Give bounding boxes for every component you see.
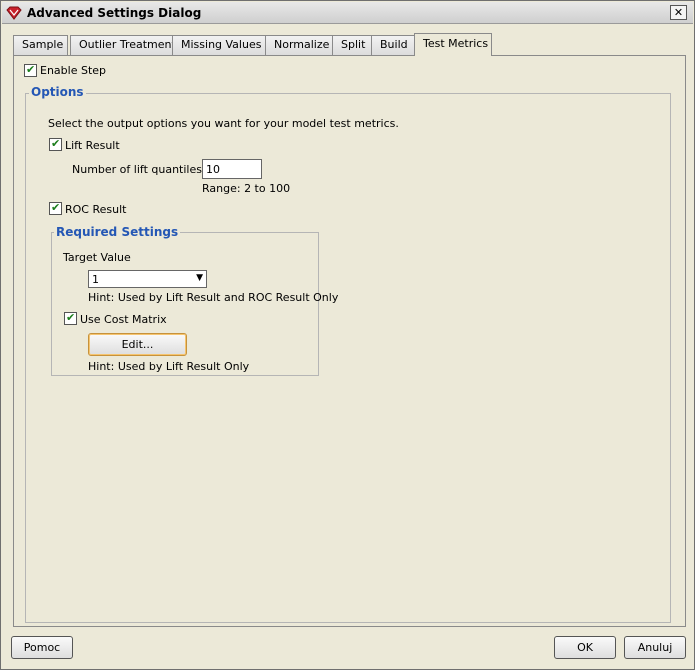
edit-hint: Hint: Used by Lift Result Only (88, 360, 250, 373)
lift-quantiles-label: Number of lift quantiles (72, 163, 202, 176)
check-icon: ✔ (51, 201, 61, 214)
tab-sample[interactable]: Sample (13, 35, 68, 55)
check-icon: ✔ (26, 63, 36, 76)
ok-button[interactable]: OK (554, 636, 616, 659)
close-icon: ✕ (673, 6, 684, 19)
dropdown-arrow-icon: ▼ (196, 273, 203, 283)
options-description: Select the output options you want for y… (48, 117, 399, 130)
help-button[interactable]: Pomoc (11, 636, 73, 659)
tab-outlier-treatment[interactable]: Outlier Treatment (70, 35, 180, 55)
tab-missing-values[interactable]: Missing Values (172, 35, 266, 55)
required-settings-title: Required Settings (54, 225, 181, 239)
close-button[interactable]: ✕ (670, 5, 687, 20)
target-value-label: Target Value (63, 251, 131, 264)
tab-test-metrics[interactable]: Test Metrics (414, 33, 492, 56)
tab-normalize[interactable]: Normalize (265, 35, 342, 55)
app-icon (6, 6, 22, 20)
cancel-button[interactable]: Anuluj (624, 636, 686, 659)
check-icon: ✔ (66, 311, 76, 324)
test-metrics-panel: ✔ Enable Step Options Select the output … (13, 55, 686, 627)
options-title: Options (29, 85, 86, 99)
lift-quantiles-input[interactable]: 10 (202, 159, 262, 179)
edit-cost-matrix-button[interactable]: Edit... (88, 333, 187, 356)
window-title: Advanced Settings Dialog (27, 6, 202, 20)
target-value-hint: Hint: Used by Lift Result and ROC Result… (88, 291, 339, 304)
roc-result-checkbox[interactable]: ✔ (49, 201, 62, 215)
target-value-select[interactable]: 1 ▼ (88, 270, 207, 288)
enable-step-checkbox[interactable]: ✔ (24, 63, 37, 77)
enable-step-label: Enable Step (40, 64, 107, 77)
target-value-selected: 1 (92, 273, 99, 286)
use-cost-matrix-label: Use Cost Matrix (80, 313, 167, 326)
check-icon: ✔ (51, 137, 61, 150)
lift-quantiles-range: Range: 2 to 100 (202, 182, 291, 195)
lift-result-label: Lift Result (65, 139, 120, 152)
title-bar[interactable]: Advanced Settings Dialog ✕ (2, 2, 693, 24)
advanced-settings-dialog: Advanced Settings Dialog ✕ Sample Outlie… (0, 0, 695, 670)
lift-result-checkbox[interactable]: ✔ (49, 137, 62, 151)
use-cost-matrix-checkbox[interactable]: ✔ (64, 311, 77, 325)
roc-result-label: ROC Result (65, 203, 127, 216)
